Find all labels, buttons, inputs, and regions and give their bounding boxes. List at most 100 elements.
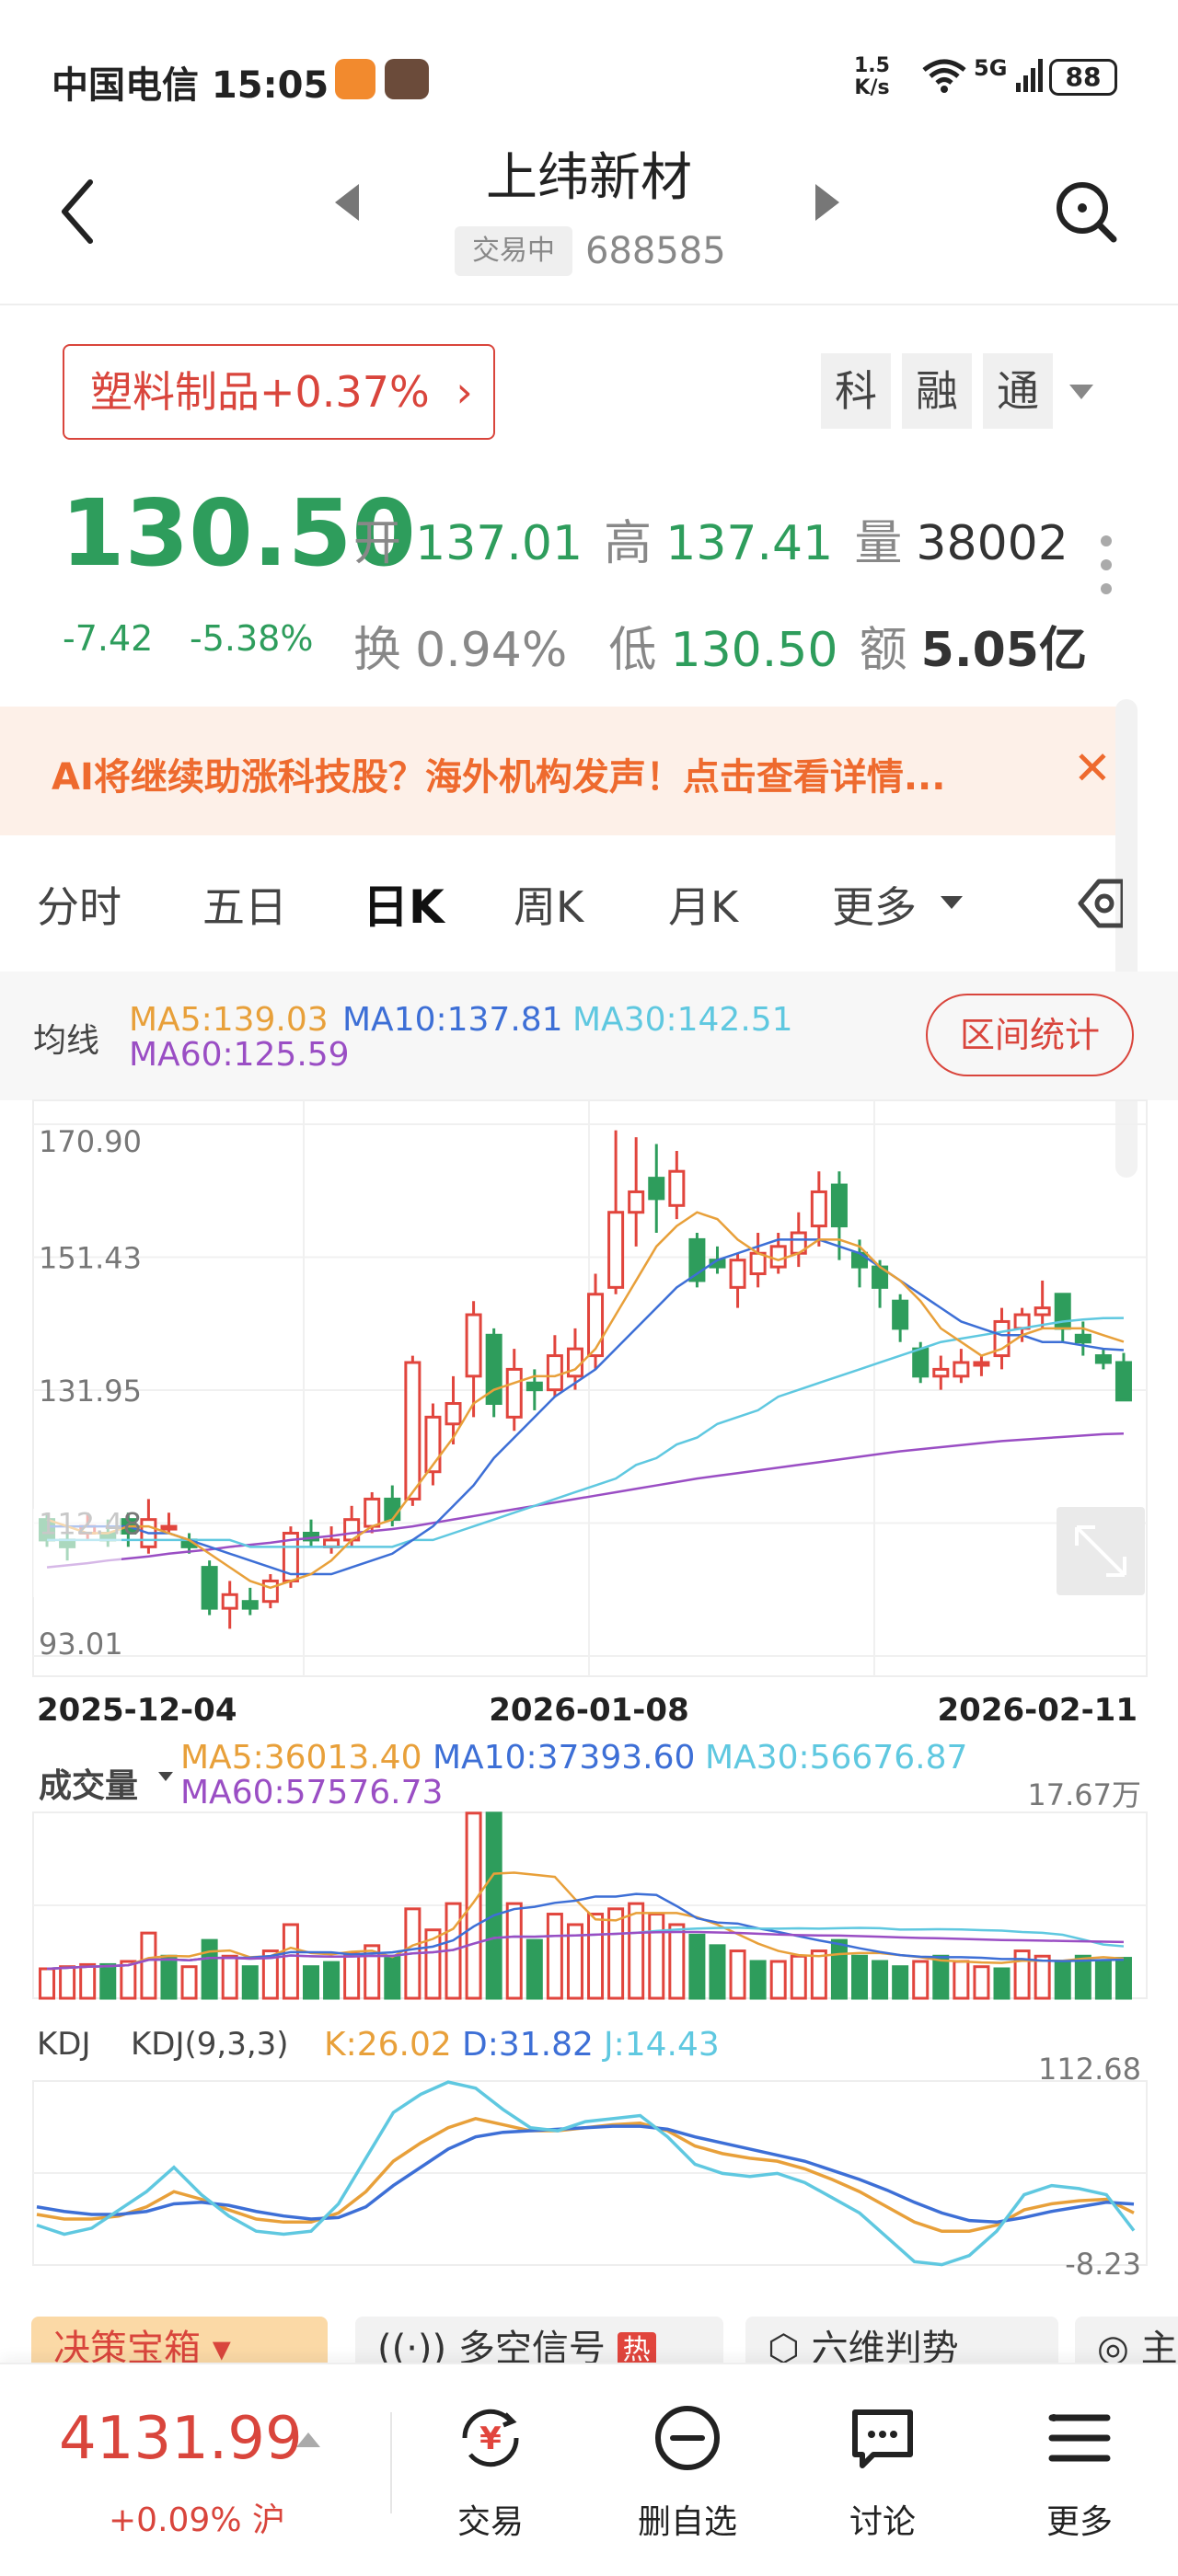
candle-up	[749, 1251, 767, 1276]
quote-row-2: 换 0.94% 低 130.50 额 5.05亿	[353, 611, 1087, 680]
candle-down	[1074, 1333, 1091, 1344]
close-icon[interactable]: ✕	[1073, 742, 1112, 795]
open-label: 开	[353, 516, 402, 571]
tag-connect[interactable]: 通	[983, 353, 1053, 429]
six-dim-trend-chip[interactable]: ⬡ 六维判势	[745, 2317, 1058, 2364]
price-axis-label: 131.95	[39, 1374, 142, 1409]
range-stats-button[interactable]: 区间统计	[926, 994, 1134, 1076]
volume-bar-down	[241, 1965, 259, 2000]
volume-value: 38002	[916, 516, 1068, 571]
volume-bar-up	[973, 1965, 990, 2000]
settings-icon[interactable]	[1077, 876, 1126, 935]
nav-more[interactable]: 更多	[1011, 2401, 1149, 2543]
volume-bar-down	[1074, 1954, 1091, 2000]
network-type: 5G	[974, 55, 1008, 81]
price-axis-label: 170.90	[39, 1124, 142, 1159]
main-force-chip[interactable]: ◎ 主	[1075, 2317, 1178, 2364]
index-change: +0.09% 沪	[109, 2501, 285, 2539]
kdj-label[interactable]: KDJ	[37, 2026, 91, 2063]
candle-up	[729, 1259, 746, 1289]
volume-ma30: MA30:56676.87	[705, 1739, 968, 1777]
volume-bar-up	[180, 1965, 198, 2000]
volume-bar-up	[120, 1960, 137, 2000]
nav-remove-watchlist-label: 删自选	[637, 2503, 737, 2541]
candle-up	[628, 1190, 645, 1214]
tab-weekly-k[interactable]: 周K	[514, 874, 583, 935]
chevron-right-icon: ›	[456, 367, 473, 417]
volume-bar-down	[932, 1954, 950, 2000]
volume-bar-down	[302, 1965, 320, 2000]
price-change: -7.42	[63, 618, 154, 659]
sector-button[interactable]: 塑料制品+0.37% ›	[63, 344, 495, 440]
decision-box-label: 决策宝箱	[53, 2328, 201, 2364]
candle-down	[1114, 1361, 1132, 1402]
volume-bar-up	[607, 1907, 625, 2000]
next-stock-icon[interactable]	[815, 184, 839, 221]
candle-up	[221, 1593, 238, 1610]
chevron-down-icon: ▾	[212, 2328, 231, 2364]
nav-trade[interactable]: ¥ 交易	[422, 2401, 560, 2543]
price-axis-label: 151.43	[39, 1241, 142, 1276]
volume-bar-down	[749, 1960, 767, 2000]
notification-app-icon	[335, 59, 375, 99]
volume-bar-down	[485, 1811, 502, 2000]
index-value[interactable]: 4131.99	[59, 2405, 303, 2473]
nav-discuss[interactable]: 讨论	[814, 2401, 952, 2543]
volume-ma60: MA60:57576.73	[180, 1774, 444, 1811]
prev-stock-icon[interactable]	[335, 184, 359, 221]
volume-bar-down	[892, 1965, 909, 2000]
kdj-k-line	[36, 2117, 1135, 2233]
chevron-down-icon[interactable]	[941, 896, 963, 909]
kdj-d-value: D:31.82	[462, 2026, 594, 2064]
ma10-value: MA10:137.81	[342, 1001, 563, 1039]
candle-up	[465, 1313, 482, 1378]
volume-bar-up	[790, 1954, 807, 2000]
volume-bar-up	[912, 1960, 930, 2000]
tag-margin[interactable]: 融	[902, 353, 972, 429]
volume-label[interactable]: 成交量	[39, 1759, 138, 1807]
volume-ma5: MA5:36013.40	[180, 1739, 422, 1777]
search-icon[interactable]	[1049, 175, 1123, 252]
candle-up	[932, 1367, 950, 1378]
volume-bar-up	[628, 1902, 645, 2000]
ma5-value: MA5:139.03	[129, 1001, 329, 1039]
tab-monthly-k[interactable]: 月K	[668, 874, 738, 935]
battery-icon: 88	[1049, 59, 1117, 96]
nav-divider	[390, 2412, 392, 2513]
tab-daily-k[interactable]: 日K	[363, 870, 445, 937]
tag-star-market[interactable]: 科	[821, 353, 891, 429]
kdj-param: KDJ(9,3,3)	[131, 2026, 289, 2063]
tab-more[interactable]: 更多	[832, 874, 917, 935]
drag-handle	[33, 1509, 121, 1597]
tab-five-day[interactable]: 五日	[202, 874, 287, 935]
chevron-down-icon[interactable]	[158, 1772, 173, 1781]
candle-up	[445, 1402, 462, 1426]
candle-down	[830, 1183, 848, 1228]
volume-bar-down	[993, 1967, 1011, 2000]
candle-down	[1094, 1354, 1112, 1364]
stock-chart[interactable]: 170.90151.43131.95112.4893.012025-12-042…	[0, 1095, 1178, 2291]
low-value: 130.50	[670, 623, 838, 678]
candle-up	[505, 1367, 523, 1419]
chat-icon	[814, 2401, 952, 2475]
volume-bar-up	[546, 1913, 563, 2000]
volume-bar-up	[953, 1960, 970, 2000]
signal-icon	[1016, 57, 1045, 98]
decision-box-chip[interactable]: 决策宝箱 ▾	[31, 2317, 328, 2364]
price-axis-label: 93.01	[39, 1627, 123, 1662]
trade-icon: ¥	[422, 2401, 560, 2475]
long-short-signal-chip[interactable]: ((·)) 多空信号 热	[355, 2317, 723, 2364]
volume-bar-down	[525, 1938, 543, 2000]
nav-more-label: 更多	[1045, 2503, 1113, 2541]
tab-intraday[interactable]: 分时	[37, 874, 121, 935]
candle-up	[546, 1354, 563, 1392]
main-force-label: 主	[1140, 2328, 1178, 2364]
volume-bar-down	[99, 1962, 117, 2000]
candle-up	[973, 1361, 990, 1367]
chevron-down-icon[interactable]	[1069, 385, 1093, 399]
promo-banner-text[interactable]: AI将继续助涨科技股？海外机构发声！点击查看详情...	[52, 747, 945, 800]
turnover-label: 换	[353, 623, 402, 678]
more-vertical-icon[interactable]	[1101, 535, 1112, 607]
chevron-up-icon[interactable]	[296, 2432, 320, 2447]
nav-remove-watchlist[interactable]: 删自选	[618, 2401, 756, 2543]
